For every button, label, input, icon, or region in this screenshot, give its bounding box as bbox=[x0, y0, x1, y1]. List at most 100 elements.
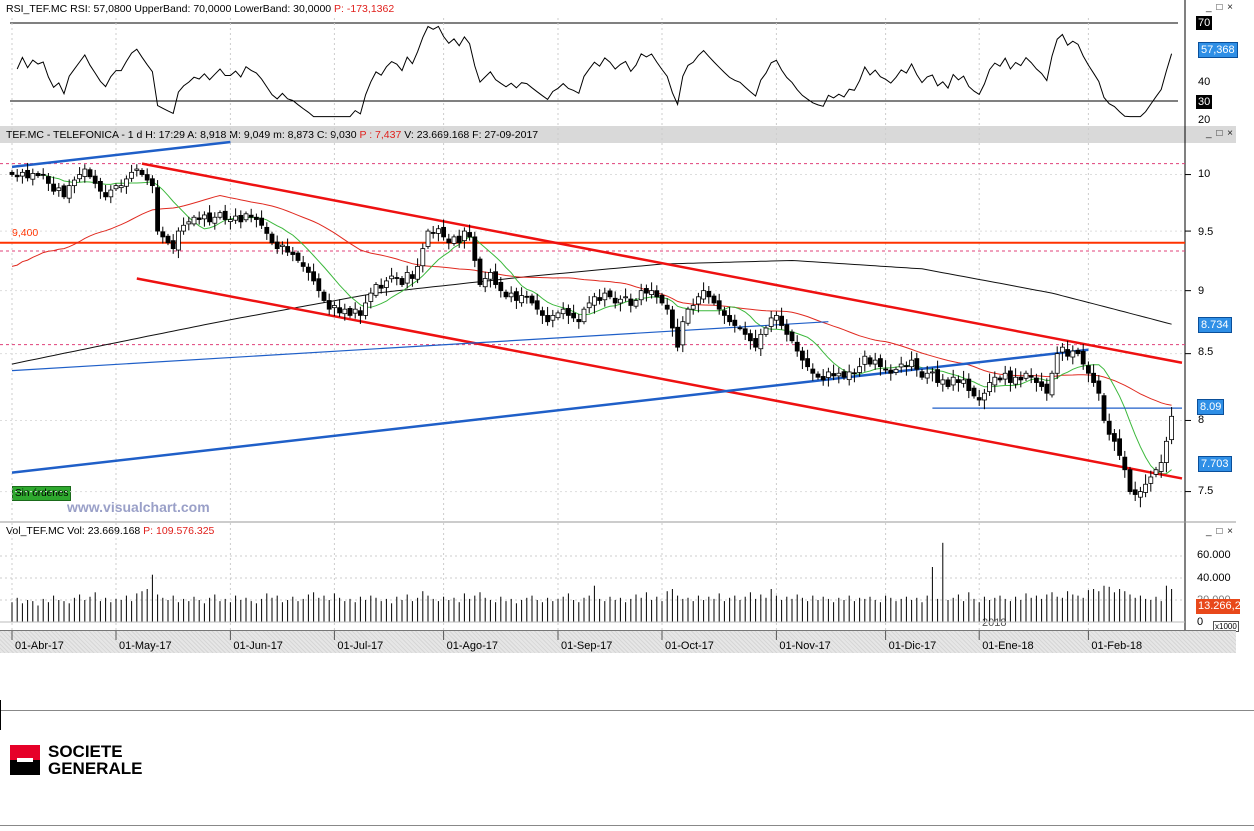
candle-body bbox=[222, 210, 228, 220]
candle-body bbox=[1013, 376, 1018, 385]
candle-body bbox=[441, 226, 447, 238]
candle-body bbox=[1008, 370, 1013, 383]
candle-body bbox=[149, 178, 155, 187]
candle-body bbox=[1049, 372, 1055, 396]
candle-body bbox=[430, 232, 436, 234]
brand-name: SOCIETE GENERALE bbox=[48, 743, 142, 777]
candle-body bbox=[139, 169, 145, 175]
candle-body bbox=[685, 308, 691, 324]
candle-body bbox=[659, 294, 665, 304]
candle-body bbox=[519, 295, 524, 304]
candle-body bbox=[550, 315, 556, 321]
candle-body bbox=[930, 371, 935, 374]
candle-body bbox=[264, 226, 270, 234]
candle-body bbox=[857, 366, 862, 373]
candle-body bbox=[711, 295, 717, 304]
divider bbox=[0, 710, 1254, 711]
candle-body bbox=[1023, 372, 1029, 379]
candle-body bbox=[1075, 349, 1081, 355]
candle-body bbox=[524, 295, 530, 298]
candle-body bbox=[98, 181, 103, 192]
candle-body bbox=[207, 212, 213, 223]
candle-body bbox=[956, 379, 961, 383]
candle-body bbox=[852, 372, 857, 375]
candle-body bbox=[467, 232, 473, 238]
candle-body bbox=[883, 368, 888, 371]
candle-body bbox=[1122, 456, 1128, 471]
candle-body bbox=[1117, 438, 1122, 456]
candle-body bbox=[77, 174, 82, 180]
candle-body bbox=[259, 217, 265, 226]
candle-body bbox=[1132, 489, 1138, 495]
candle-body bbox=[503, 291, 509, 298]
candle-body bbox=[394, 277, 400, 279]
candle-body bbox=[815, 373, 821, 378]
candle-body bbox=[175, 230, 181, 251]
candle-body bbox=[893, 368, 899, 373]
candle-body bbox=[576, 319, 582, 323]
candle-body bbox=[872, 359, 878, 365]
candle-body bbox=[373, 284, 379, 296]
candle-body bbox=[425, 230, 431, 247]
candle-body bbox=[649, 290, 654, 295]
candle-body bbox=[1101, 395, 1107, 421]
candle-body bbox=[134, 168, 140, 171]
candle-body bbox=[61, 185, 67, 198]
candle-body bbox=[1153, 469, 1159, 475]
candle-body bbox=[420, 248, 426, 267]
candle-body bbox=[144, 174, 150, 181]
candle-body bbox=[357, 310, 363, 316]
candle-body bbox=[664, 304, 670, 310]
candle-body bbox=[581, 308, 587, 323]
candle-body bbox=[701, 290, 706, 300]
brand-line1: SOCIETE bbox=[48, 742, 123, 761]
candle-body bbox=[945, 379, 951, 387]
candle-body bbox=[498, 281, 504, 292]
candle-body bbox=[560, 308, 566, 315]
candle-body bbox=[46, 176, 51, 184]
candle-body bbox=[690, 305, 696, 310]
candle-body bbox=[924, 372, 930, 379]
candle-body bbox=[196, 217, 202, 220]
candle-body bbox=[800, 350, 805, 361]
candle-body bbox=[160, 231, 166, 238]
rsi-line bbox=[16, 25, 1173, 118]
candle-body bbox=[435, 228, 441, 234]
candle-body bbox=[992, 376, 998, 386]
candle-body bbox=[820, 376, 826, 381]
candle-body bbox=[997, 377, 1003, 381]
candle-body bbox=[534, 300, 540, 310]
candle-body bbox=[9, 171, 15, 175]
candle-body bbox=[1096, 380, 1102, 394]
candle-body bbox=[706, 290, 712, 298]
cursor-mark bbox=[0, 700, 1, 730]
candle-body bbox=[638, 290, 644, 301]
candle-body bbox=[285, 246, 291, 253]
candle-body bbox=[311, 271, 317, 282]
candle-body bbox=[633, 300, 639, 307]
candle-body bbox=[56, 187, 62, 191]
candle-body bbox=[779, 315, 784, 326]
candle-body bbox=[732, 319, 738, 326]
candle-body bbox=[113, 185, 119, 190]
candle-body bbox=[722, 310, 727, 316]
candle-body bbox=[867, 357, 873, 365]
candle-body bbox=[238, 215, 244, 223]
candle-body bbox=[477, 258, 483, 285]
candle-body bbox=[846, 371, 852, 381]
candle-body bbox=[253, 216, 259, 220]
candle-body bbox=[108, 189, 114, 198]
candle-body bbox=[25, 169, 31, 179]
candle-body bbox=[342, 308, 348, 315]
candle-body bbox=[508, 292, 514, 298]
candle-body bbox=[514, 291, 519, 301]
candle-body bbox=[217, 212, 223, 218]
candle-body bbox=[248, 214, 254, 218]
candle-body bbox=[243, 213, 249, 221]
candle-body bbox=[898, 363, 904, 368]
candle-body bbox=[1164, 440, 1169, 463]
candle-body bbox=[1148, 476, 1154, 484]
candle-body bbox=[305, 266, 311, 273]
candle-body bbox=[1169, 415, 1174, 441]
candle-body bbox=[628, 298, 634, 306]
